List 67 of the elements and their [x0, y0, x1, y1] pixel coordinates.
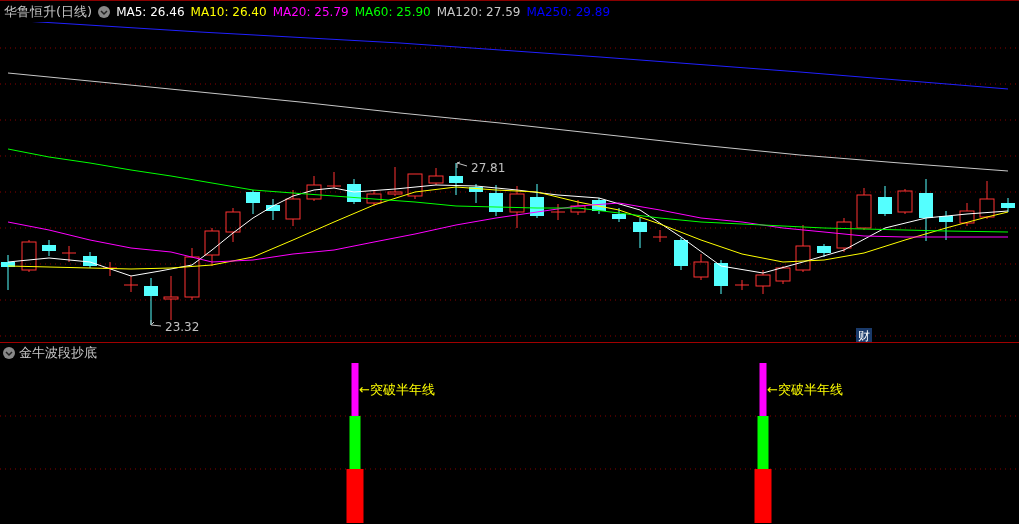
candlestick	[959, 202, 975, 227]
candlestick	[550, 203, 566, 221]
indicator-title: 金牛波段抄底	[19, 343, 97, 362]
candlestick	[856, 187, 872, 231]
moving-average-value: MA5: 26.46	[116, 4, 185, 19]
candlestick	[836, 217, 852, 253]
candlestick	[306, 175, 322, 202]
dropdown-icon[interactable]	[98, 5, 111, 18]
candlestick	[693, 253, 709, 281]
candlestick	[266, 198, 280, 221]
finance-badge[interactable]: 财	[858, 329, 870, 342]
candlestick	[734, 279, 750, 291]
candlestick	[61, 245, 77, 263]
candlestick	[979, 180, 995, 220]
candlestick	[83, 251, 97, 269]
candlestick	[225, 207, 241, 243]
candlestick	[469, 183, 483, 204]
moving-average-value: MA60: 25.90	[354, 4, 431, 19]
candlestick	[897, 188, 913, 215]
moving-average-value: MA10: 26.40	[190, 4, 267, 19]
candlestick	[674, 237, 688, 271]
low-price-label: 23.32	[165, 320, 200, 334]
leader-line	[150, 319, 162, 327]
candlestick	[509, 185, 525, 229]
candlestick	[530, 183, 544, 219]
finance-badge-background	[856, 328, 872, 342]
candlestick	[489, 184, 503, 217]
candlestick	[366, 190, 382, 207]
candlestick	[102, 261, 118, 277]
candlestick	[612, 207, 626, 223]
candlestick	[407, 173, 423, 200]
signal-label: ←突破半年线	[359, 382, 435, 397]
candlestick	[449, 162, 463, 196]
candlestick	[755, 269, 771, 295]
dropdown-icon[interactable]	[3, 346, 15, 359]
candlestick	[428, 167, 444, 186]
candlestick	[775, 265, 791, 285]
candlestick	[795, 224, 811, 273]
candlestick	[652, 229, 668, 243]
candlestick	[633, 217, 647, 249]
candlestick	[387, 166, 403, 197]
signal-label: ←突破半年线	[767, 382, 843, 397]
leader-line	[456, 161, 468, 169]
candlestick	[817, 243, 831, 258]
candlestick	[714, 259, 728, 295]
moving-average-value: MA20: 25.79	[272, 4, 349, 19]
candlestick	[285, 189, 301, 227]
moving-average-value: MA250: 29.89	[526, 4, 611, 19]
stock-title: 华鲁恒升(日线)	[4, 2, 93, 21]
candlestick	[21, 239, 37, 273]
candlestick	[184, 247, 200, 301]
high-price-label: 27.81	[471, 161, 506, 175]
candlestick	[1, 254, 15, 291]
candlestick	[878, 185, 892, 217]
candlestick	[919, 178, 933, 242]
candlestick	[592, 197, 606, 215]
candlestick	[570, 199, 586, 216]
moving-average-value: MA120: 27.59	[436, 4, 521, 19]
candlestick	[246, 189, 260, 215]
candlestick	[163, 275, 179, 321]
candlestick	[42, 239, 56, 257]
candlestick	[1001, 197, 1015, 213]
candlestick	[204, 227, 220, 267]
candlestick	[123, 275, 139, 293]
candlestick	[326, 171, 342, 189]
candlestick	[347, 178, 361, 205]
candlestick	[939, 210, 953, 241]
